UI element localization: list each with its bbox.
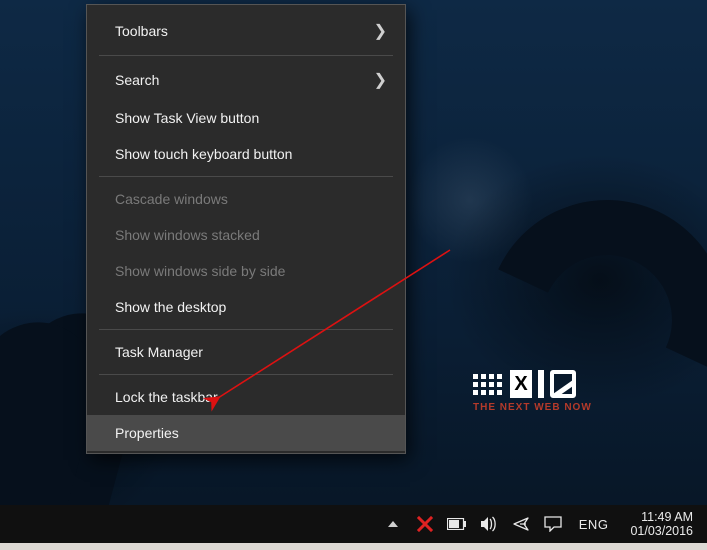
menu-label: Properties [115, 425, 179, 441]
kaspersky-icon[interactable] [415, 514, 435, 534]
language-indicator[interactable]: ENG [575, 517, 613, 532]
taskbar[interactable]: ENG 11:49 AM 01/03/2016 [0, 505, 707, 543]
menu-search[interactable]: Search ❯ [87, 60, 405, 100]
chevron-right-icon: ❯ [374, 70, 387, 90]
menu-toolbars[interactable]: Toolbars ❯ [87, 11, 405, 51]
menu-label: Search [115, 72, 159, 88]
menu-label: Show touch keyboard button [115, 146, 292, 162]
menu-task-manager[interactable]: Task Manager [87, 334, 405, 370]
separator [99, 329, 393, 330]
brand-logo: X THE NEXT WEB NOW [473, 370, 592, 413]
brand-tagline: THE NEXT WEB NOW [473, 402, 592, 413]
menu-label: Show the desktop [115, 299, 226, 315]
menu-label: Lock the taskbar [115, 389, 218, 405]
menu-label: Show windows stacked [115, 227, 260, 243]
menu-label: Show windows side by side [115, 263, 285, 279]
volume-icon[interactable] [479, 514, 499, 534]
system-tray: ENG 11:49 AM 01/03/2016 [383, 510, 701, 538]
chevron-right-icon: ❯ [374, 21, 387, 41]
separator [99, 374, 393, 375]
menu-cascade-windows: Cascade windows [87, 181, 405, 217]
separator [99, 55, 393, 56]
menu-label: Cascade windows [115, 191, 228, 207]
menu-lock-taskbar[interactable]: Lock the taskbar [87, 379, 405, 415]
image-border-artifact [0, 543, 707, 550]
clock[interactable]: 11:49 AM 01/03/2016 [624, 510, 701, 538]
action-center-icon[interactable] [543, 514, 563, 534]
clock-date: 01/03/2016 [630, 524, 693, 538]
tray-overflow-button[interactable] [383, 514, 403, 534]
airplane-mode-icon[interactable] [511, 514, 531, 534]
menu-show-touch-keyboard[interactable]: Show touch keyboard button [87, 136, 405, 172]
taskbar-context-menu: Toolbars ❯ Search ❯ Show Task View butto… [86, 4, 406, 454]
menu-properties[interactable]: Properties [87, 415, 405, 451]
menu-label: Task Manager [115, 344, 203, 360]
separator [99, 176, 393, 177]
menu-stacked-windows: Show windows stacked [87, 217, 405, 253]
menu-label: Show Task View button [115, 110, 259, 126]
menu-label: Toolbars [115, 23, 168, 39]
menu-show-task-view[interactable]: Show Task View button [87, 100, 405, 136]
clock-time: 11:49 AM [630, 510, 693, 524]
chevron-up-icon [388, 521, 398, 527]
menu-side-by-side: Show windows side by side [87, 253, 405, 289]
battery-icon[interactable] [447, 514, 467, 534]
menu-show-desktop[interactable]: Show the desktop [87, 289, 405, 325]
